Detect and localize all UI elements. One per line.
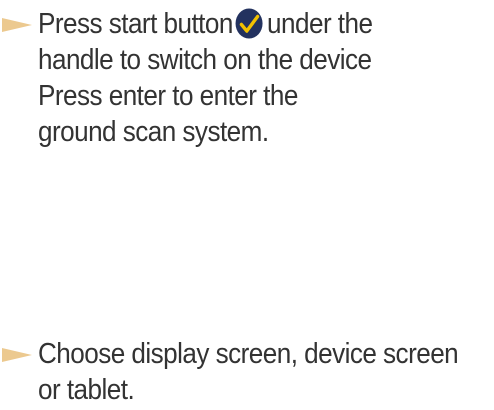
instruction-line: Press enter to enter the: [38, 80, 298, 112]
instruction-line: ground scan system.: [38, 116, 269, 148]
instruction-text: Press start button under the handle to s…: [38, 6, 447, 150]
instruction-line: Press start button under the: [38, 6, 447, 42]
instruction-line: handle to switch on the device: [38, 44, 372, 76]
instruction-text: Choose display screen, device screen or …: [38, 336, 459, 408]
checkmark-icon: [235, 8, 264, 39]
line-segment-after-icon: under the: [267, 8, 373, 40]
line-segment-before-icon: Press start button: [38, 8, 233, 40]
bullet-arrow-icon: [2, 18, 32, 32]
bullet-arrow-icon: [2, 348, 32, 362]
instruction-line: or tablet.: [38, 374, 135, 406]
instruction-line: Choose display screen, device screen: [38, 338, 459, 370]
